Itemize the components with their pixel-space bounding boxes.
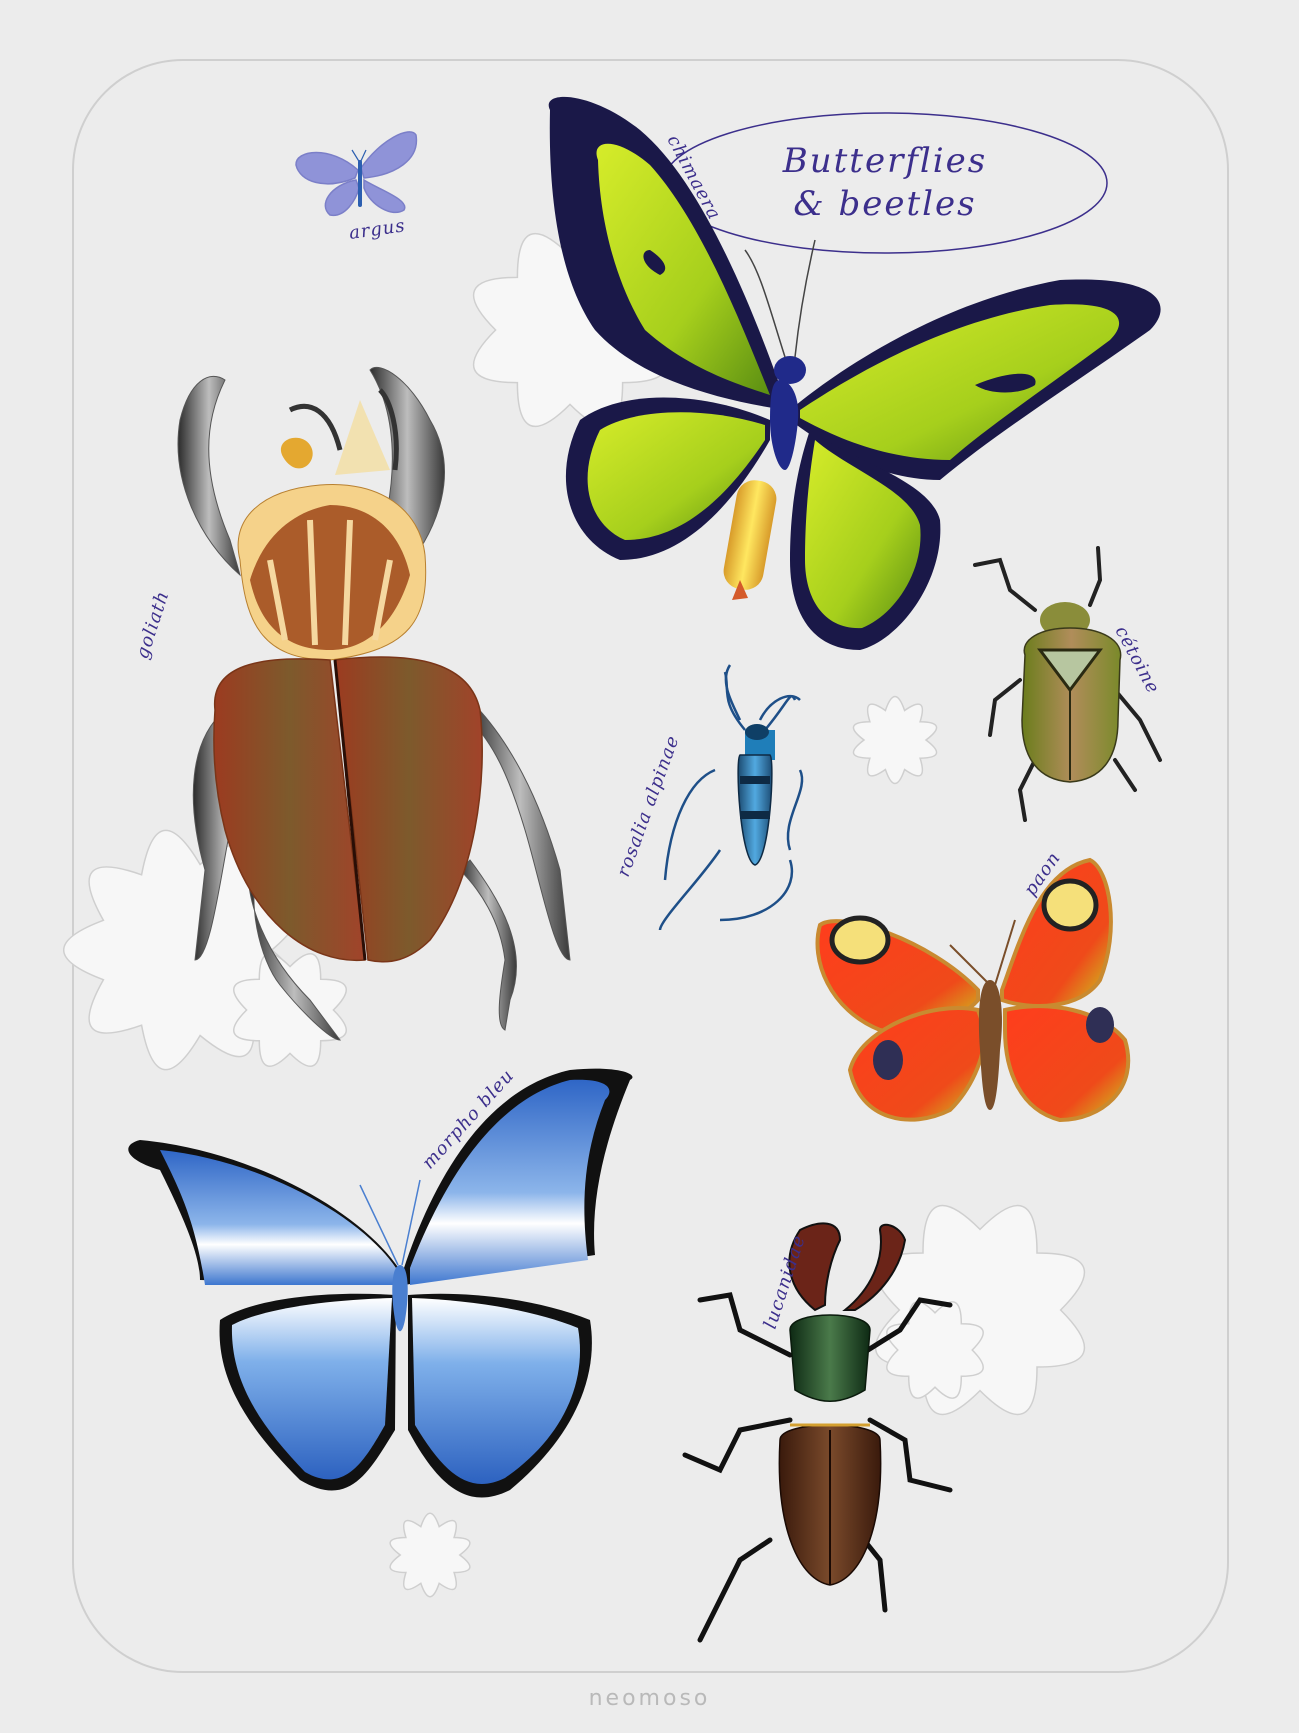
flower-4: [852, 695, 938, 785]
flower-6: [874, 1204, 1086, 1416]
label-rosalia: rosalia alpinae: [613, 732, 684, 879]
title-line-1: Butterflies: [782, 141, 987, 181]
paon-butterfly: [815, 857, 1131, 1123]
rosalia-beetle: [658, 664, 804, 931]
brand-footer: neomoso: [588, 1686, 711, 1711]
title-ellipse: [662, 112, 1108, 254]
poster-artwork: Butterflies & beetles argus chimaera gol…: [62, 59, 1229, 1673]
morpho-butterfly: [128, 1068, 633, 1498]
label-goliath: goliath: [132, 588, 174, 661]
cetoine-beetle: [973, 546, 1162, 822]
label-argus: argus: [348, 215, 407, 244]
title-line-2: & beetles: [793, 184, 976, 224]
title-bubble: Butterflies & beetles: [662, 112, 1108, 254]
flower-5: [389, 1512, 471, 1598]
argus-butterfly: [295, 131, 418, 216]
